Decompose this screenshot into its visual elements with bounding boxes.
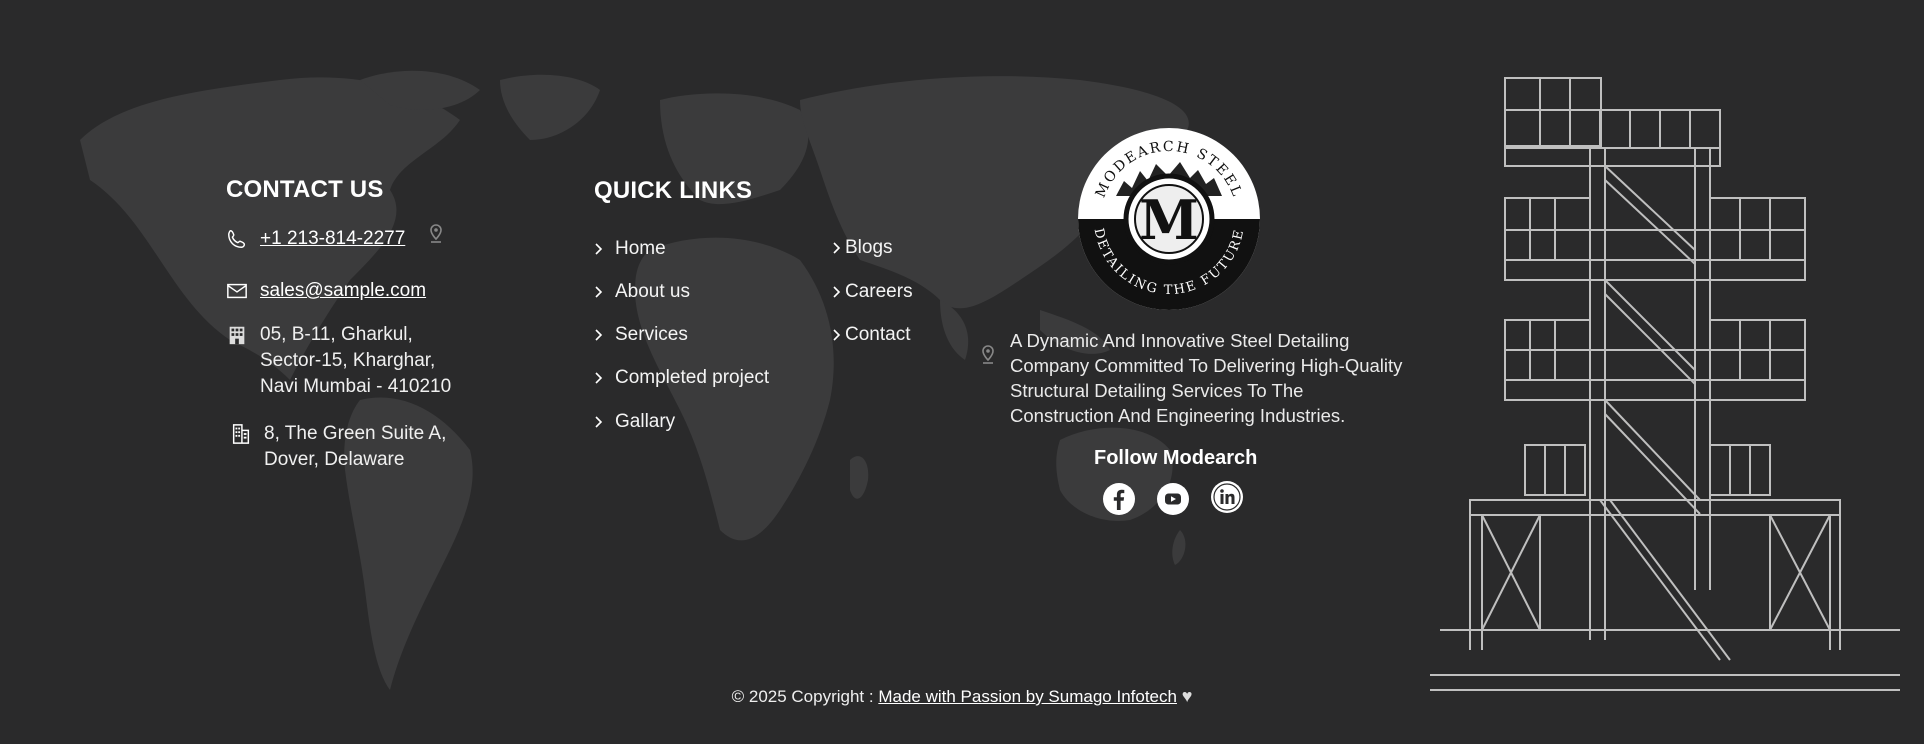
address-line: Dover, Delaware [264, 449, 405, 470]
email-row: sales@sample.com [226, 278, 426, 304]
address-line: 05, B-11, Gharkul, [260, 324, 413, 345]
copyright-text: © 2025 Copyright : [731, 687, 874, 706]
youtube-icon[interactable] [1157, 483, 1189, 515]
quick-link-blogs[interactable]: Blogs [832, 237, 893, 259]
chevron-right-icon [833, 329, 841, 341]
chevron-right-icon [595, 243, 603, 255]
office-building-icon [232, 424, 250, 444]
envelope-icon [227, 283, 247, 299]
phone-link[interactable]: +1 213-814-2277 [260, 226, 405, 252]
address-line: Navi Mumbai - 410210 [260, 376, 452, 397]
phone-row: +1 213-814-2277 [226, 224, 443, 252]
quick-link-services[interactable]: Services [594, 324, 688, 346]
chevron-right-icon [833, 286, 841, 298]
quick-link-careers[interactable]: Careers [832, 281, 913, 303]
heart-icon: ♥ [1181, 686, 1193, 706]
steel-structure-illustration [1430, 77, 1900, 691]
company-description: A Dynamic And Innovative Steel Detailing… [1010, 330, 1403, 426]
address-row-1: 05, B-11, Gharkul, Sector-15, Kharghar, … [226, 322, 451, 400]
logo-monogram: M [1139, 188, 1199, 252]
contact-heading: CONTACT US [226, 176, 384, 203]
chevron-right-icon [833, 242, 841, 254]
address-line: Sector-15, Kharghar, [260, 350, 436, 371]
copyright-bar: © 2025 Copyright : Made with Passion by … [0, 686, 1924, 707]
phone-icon [228, 230, 246, 248]
credit-link[interactable]: Made with Passion by Sumago Infotech [878, 687, 1177, 706]
chevron-right-icon [595, 372, 603, 384]
chevron-right-icon [595, 286, 603, 298]
quick-link-home[interactable]: Home [594, 238, 666, 260]
linkedin-icon[interactable] [1211, 481, 1243, 513]
quick-link-about[interactable]: About us [594, 281, 690, 303]
quick-link-contact[interactable]: Contact [832, 324, 910, 346]
email-link[interactable]: sales@sample.com [260, 278, 426, 304]
quick-link-gallary[interactable]: Gallary [594, 411, 675, 433]
chevron-right-icon [595, 416, 603, 428]
chevron-right-icon [595, 329, 603, 341]
quick-link-completed-project[interactable]: Completed project [594, 367, 769, 389]
facebook-icon[interactable] [1103, 483, 1135, 515]
location-pin-icon [430, 224, 443, 243]
quick-links-heading: QUICK LINKS [594, 177, 753, 204]
modearch-logo: MODEARCH STEEL DETAILING THE FUTURE M [1078, 128, 1260, 310]
address-row-2: 8, The Green Suite A, Dover, Delaware [230, 421, 446, 473]
building-icon [229, 326, 245, 345]
location-pin-icon [982, 345, 994, 364]
address-line: 8, The Green Suite A, [264, 423, 447, 444]
follow-heading: Follow Modearch [1094, 447, 1258, 469]
